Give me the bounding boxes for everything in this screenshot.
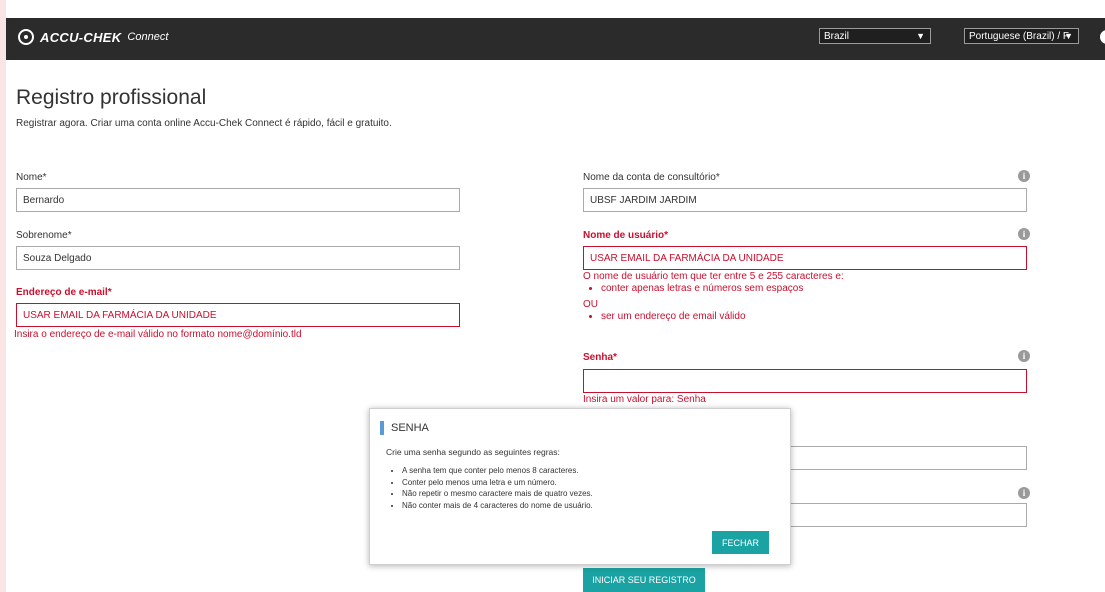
logo-subtext: Connect [127, 31, 169, 43]
info-icon[interactable]: i [1018, 228, 1030, 240]
page: ACCU-CHEK Connect Brazil ▼ Portuguese (B… [6, 0, 1105, 592]
practice-account-input[interactable]: UBSF JARDIM JARDIM [583, 188, 1027, 212]
country-select[interactable]: Brazil ▼ [819, 28, 931, 44]
chevron-down-icon: ▼ [916, 31, 925, 41]
email-error-message: Insira o endereço de e-mail válido no fo… [14, 329, 302, 340]
username-or-text: OU [583, 299, 598, 310]
username-rule-item: ser um endereço de email válido [601, 311, 1023, 322]
info-icon[interactable]: i [1018, 487, 1030, 499]
password-input[interactable] [583, 369, 1027, 393]
language-select[interactable]: Portuguese (Brazil) / F ▼ [964, 28, 1079, 44]
password-rules-list: A senha tem que conter pelo menos 8 cara… [386, 465, 593, 511]
country-select-value: Brazil [824, 31, 850, 42]
start-registration-button[interactable]: INICIAR SEU REGISTRO [583, 568, 705, 592]
username-input[interactable]: USAR EMAIL DA FARMÁCIA DA UNIDADE [583, 246, 1027, 270]
logo-text: ACCU-CHEK [40, 29, 122, 45]
password-label: Senha* [583, 352, 617, 363]
last-name-label: Sobrenome* [16, 230, 72, 241]
practice-account-label: Nome da conta de consultório* [583, 172, 720, 183]
top-bar: ACCU-CHEK Connect Brazil ▼ Portuguese (B… [6, 18, 1105, 60]
menu-toggle-icon[interactable] [1100, 30, 1105, 44]
language-select-value: Portuguese (Brazil) / F [969, 31, 1070, 42]
first-name-input[interactable]: Bernardo [16, 188, 460, 212]
popup-title: SENHA [380, 421, 429, 435]
close-popup-button[interactable]: FECHAR [712, 531, 769, 554]
password-rule-item: Não repetir o mesmo caractere mais de qu… [402, 488, 593, 500]
page-title: Registro profissional [16, 86, 207, 109]
popup-intro: Crie uma senha segundo as seguintes regr… [386, 447, 560, 457]
password-rules-popup: SENHA Crie uma senha segundo as seguinte… [369, 408, 791, 565]
username-error-message: O nome de usuário tem que ter entre 5 e … [583, 271, 1023, 322]
password-rule-item: Não conter mais de 4 caracteres do nome … [402, 500, 593, 512]
page-subtitle: Registrar agora. Criar uma conta online … [16, 118, 392, 129]
email-label: Endereço de e-mail* [16, 287, 112, 298]
password-rule-item: A senha tem que conter pelo menos 8 cara… [402, 465, 593, 477]
password-rule-item: Conter pelo menos uma letra e um número. [402, 477, 593, 489]
accu-chek-logo-icon [18, 29, 34, 45]
username-rule-list: ser um endereço de email válido [583, 311, 1023, 322]
logo[interactable]: ACCU-CHEK Connect [18, 29, 168, 45]
last-name-input[interactable]: Souza Delgado [16, 246, 460, 270]
username-rule-list: conter apenas letras e números sem espaç… [583, 283, 1023, 294]
info-icon[interactable]: i [1018, 350, 1030, 362]
username-error-intro: O nome de usuário tem que ter entre 5 e … [583, 271, 844, 282]
chevron-down-icon: ▼ [1064, 31, 1073, 41]
email-field[interactable]: USAR EMAIL DA FARMÁCIA DA UNIDADE [16, 303, 460, 327]
first-name-label: Nome* [16, 172, 47, 183]
password-error-message: Insira um valor para: Senha [583, 394, 706, 405]
username-label: Nome de usuário* [583, 230, 669, 241]
info-icon[interactable]: i [1018, 170, 1030, 182]
username-rule-item: conter apenas letras e números sem espaç… [601, 283, 1023, 294]
